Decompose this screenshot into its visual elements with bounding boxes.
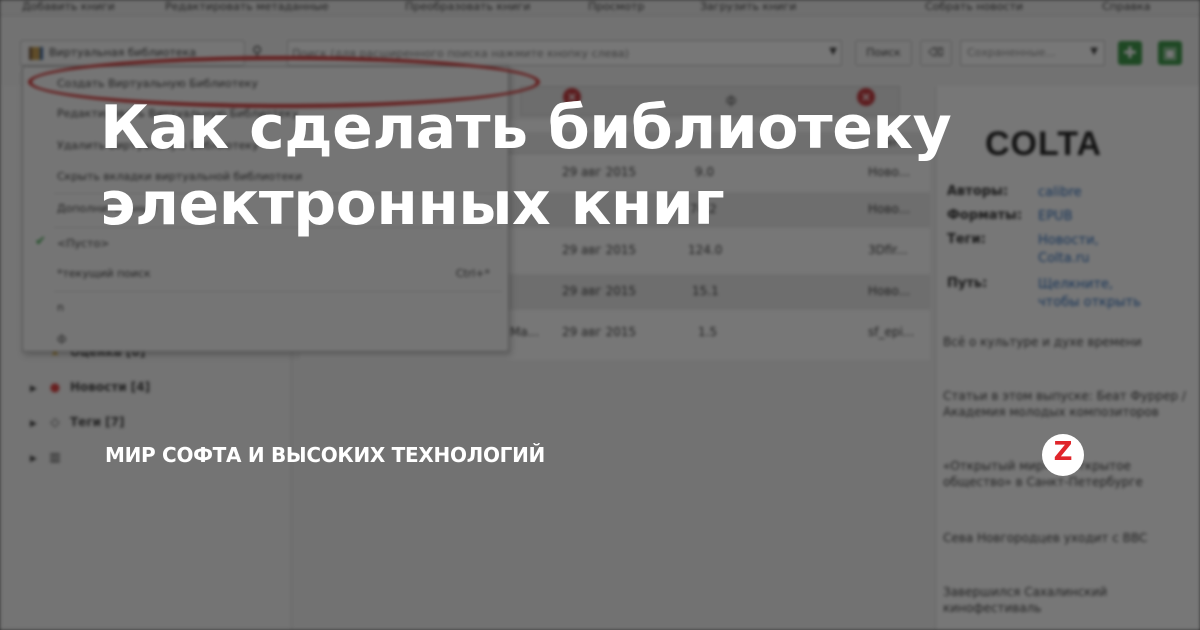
- tree-item-tags[interactable]: ▶ ◇ Теги [7]: [30, 415, 125, 429]
- cell-size: 15.1: [692, 284, 719, 298]
- article-title: Как сделать библиотеку электронных книг: [100, 90, 1000, 242]
- tags-link[interactable]: Colta.ru: [1038, 250, 1089, 268]
- tag-icon: ◇: [50, 415, 60, 429]
- cell-date: 29 авг 2015: [562, 325, 637, 339]
- menu-fetch-books[interactable]: Загрузить книги: [700, 0, 796, 13]
- cell-tags: Ново...: [868, 284, 911, 298]
- path-label: Путь:: [947, 276, 988, 291]
- menu-fetch-news[interactable]: Собрать новости: [925, 0, 1023, 13]
- comment-paragraph: Завершился Сахалинский кинофестиваль: [943, 585, 1108, 615]
- virtual-library-label: Виртуальная библиотека: [49, 46, 197, 59]
- cell-size: 124.0: [688, 243, 723, 257]
- menubar: Добавить книги Редактировать метаданные …: [0, 0, 1200, 16]
- menu-separator: [53, 291, 503, 292]
- checkmark-icon: ✔: [35, 234, 46, 249]
- tree-item-news[interactable]: ▶ ● Новости [4]: [30, 380, 150, 394]
- comment-paragraph: Всё о культуре и духе времени: [943, 335, 1142, 349]
- menu-edit-metadata[interactable]: Редактировать метаданные: [165, 0, 329, 13]
- chevron-down-icon[interactable]: ▼: [1090, 46, 1098, 57]
- expand-arrow-icon[interactable]: ▶: [30, 384, 44, 394]
- search-button[interactable]: Поиск: [855, 40, 912, 66]
- menu-item-current-search[interactable]: *текущий поиск: [57, 267, 151, 280]
- pin-icon: ●: [49, 380, 61, 394]
- menu-item-n[interactable]: n: [57, 301, 64, 314]
- save-search-icon[interactable]: ✚: [1118, 41, 1142, 65]
- menu-shortcut: Ctrl+*: [455, 267, 490, 280]
- cell-tags: sf_epi...: [868, 325, 915, 339]
- book-cover[interactable]: COLTA: [985, 125, 1102, 164]
- formats-link[interactable]: EPUB: [1038, 208, 1073, 226]
- tree-item-label: Теги [7]: [70, 415, 125, 429]
- title-line-1: Как сделать библиотеку: [100, 93, 952, 163]
- channel-name: МИР СОФТА И ВЫСОКИХ ТЕХНОЛОГИЙ: [105, 443, 545, 467]
- comment-paragraph: Статьи в этом выпуске: Беат Фуррер / Ака…: [943, 389, 1186, 419]
- library-icon: [29, 47, 43, 60]
- chevron-down-icon[interactable]: ▼: [829, 46, 837, 57]
- path-link[interactable]: чтобы открыть: [1038, 294, 1141, 312]
- cell-size: 1.5: [698, 325, 718, 339]
- clear-search-icon[interactable]: ⌫: [920, 40, 952, 66]
- barcode-icon: ▥: [49, 450, 61, 464]
- authors-link[interactable]: calibre: [1038, 184, 1082, 202]
- menu-convert-books[interactable]: Преобразовать книги: [405, 0, 530, 13]
- cell-title: Ма...: [510, 325, 540, 339]
- saved-searches-select[interactable]: Сохраненные... ▼: [960, 40, 1105, 66]
- cell-date: 29 авг 2015: [562, 284, 637, 298]
- title-line-2: электронных книг: [100, 169, 725, 239]
- path-link[interactable]: Щелкните,: [1038, 276, 1113, 294]
- menu-item-f[interactable]: ф: [57, 332, 66, 345]
- cell-tags: 3Dfir...: [868, 243, 908, 257]
- saved-searches-placeholder: Сохраненные...: [967, 46, 1056, 59]
- comment-paragraph: Сева Новгородцев уходит с BBC: [943, 531, 1148, 545]
- tree-item-label: Новости [4]: [70, 380, 151, 394]
- tree-item-identifiers[interactable]: ▶ ▥: [30, 450, 70, 464]
- zen-logo-icon: [1042, 434, 1084, 476]
- expand-arrow-icon[interactable]: ▶: [30, 454, 44, 464]
- tags-link[interactable]: Новости,: [1038, 232, 1099, 250]
- menu-add-books[interactable]: Добавить книги: [22, 0, 115, 13]
- manage-searches-icon[interactable]: ▣: [1158, 41, 1182, 65]
- expand-arrow-icon[interactable]: ▶: [30, 419, 44, 429]
- cell-date: 29 авг 2015: [562, 243, 637, 257]
- menu-help[interactable]: Справка: [1102, 0, 1150, 13]
- menu-view[interactable]: Просмотр: [588, 0, 644, 13]
